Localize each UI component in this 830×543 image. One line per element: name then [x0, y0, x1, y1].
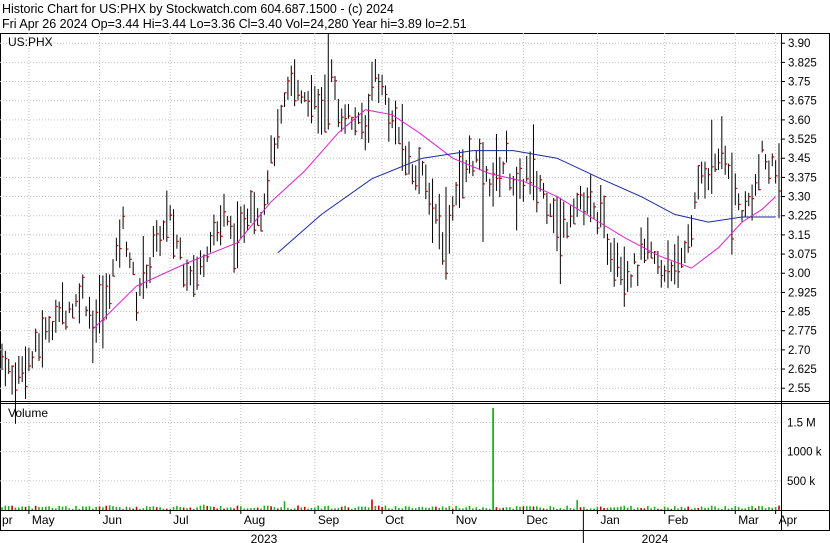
volume-tick-label: 1.5 M — [787, 418, 816, 430]
month-label: Oct — [385, 513, 404, 527]
volume-panel-title: Volume — [8, 406, 48, 420]
short-moving-average-line — [92, 109, 776, 330]
price-grid — [0, 33, 781, 510]
month-label: Nov — [456, 513, 477, 527]
month-label: pr — [2, 513, 13, 527]
price-tick-label: 3.375 — [788, 172, 817, 184]
price-tick-label: 3.15 — [788, 230, 810, 242]
month-label: Feb — [668, 513, 689, 527]
year-label: 2024 — [642, 532, 669, 543]
month-label: May — [32, 513, 55, 527]
price-tick-label: 2.85 — [788, 307, 810, 319]
month-label: Aug — [244, 513, 265, 527]
price-tick-label: 3.90 — [788, 38, 810, 50]
price-tick-label: 3.30 — [788, 192, 810, 204]
volume-bars — [1, 407, 780, 510]
volume-tick-label: 1000 k — [787, 447, 822, 459]
month-label: Dec — [526, 513, 547, 527]
chart-labels: 3.90 3.825 3.75 3.675 3.60 3.525 3.45 3.375 3.30… — [2, 38, 822, 543]
price-tick-label: 3.075 — [788, 249, 817, 261]
price-tick-label: 3.525 — [788, 134, 817, 146]
price-tick-label: 3.00 — [788, 268, 810, 280]
volume-tick-label: 500 k — [787, 476, 815, 488]
price-tick-label: 2.70 — [788, 345, 810, 357]
month-label: Sep — [318, 513, 340, 527]
price-tick-label: 2.925 — [788, 287, 817, 299]
price-tick-label: 3.75 — [788, 77, 810, 89]
price-tick-label: 3.675 — [788, 96, 817, 108]
month-label: Jul — [173, 513, 188, 527]
price-panel-title: US:PHX — [8, 35, 53, 49]
month-label: Mar — [738, 513, 759, 527]
price-tick-label: 3.60 — [788, 115, 810, 127]
price-tick-label: 3.225 — [788, 211, 817, 223]
month-label: Jan — [600, 513, 619, 527]
price-tick-label: 2.55 — [788, 383, 810, 395]
month-label: Jun — [103, 513, 122, 527]
price-tick-label: 3.45 — [788, 153, 810, 165]
outer-border — [0, 33, 830, 531]
chart-frame — [0, 33, 830, 543]
price-tick-label: 2.775 — [788, 326, 817, 338]
month-label: Apr — [779, 513, 798, 527]
price-tick-label: 2.625 — [788, 364, 817, 376]
stock-chart: 3.90 3.825 3.75 3.675 3.60 3.525 3.45 3.375 3.30… — [0, 33, 830, 543]
price-tick-label: 3.825 — [788, 57, 817, 69]
year-label: 2023 — [251, 532, 278, 543]
